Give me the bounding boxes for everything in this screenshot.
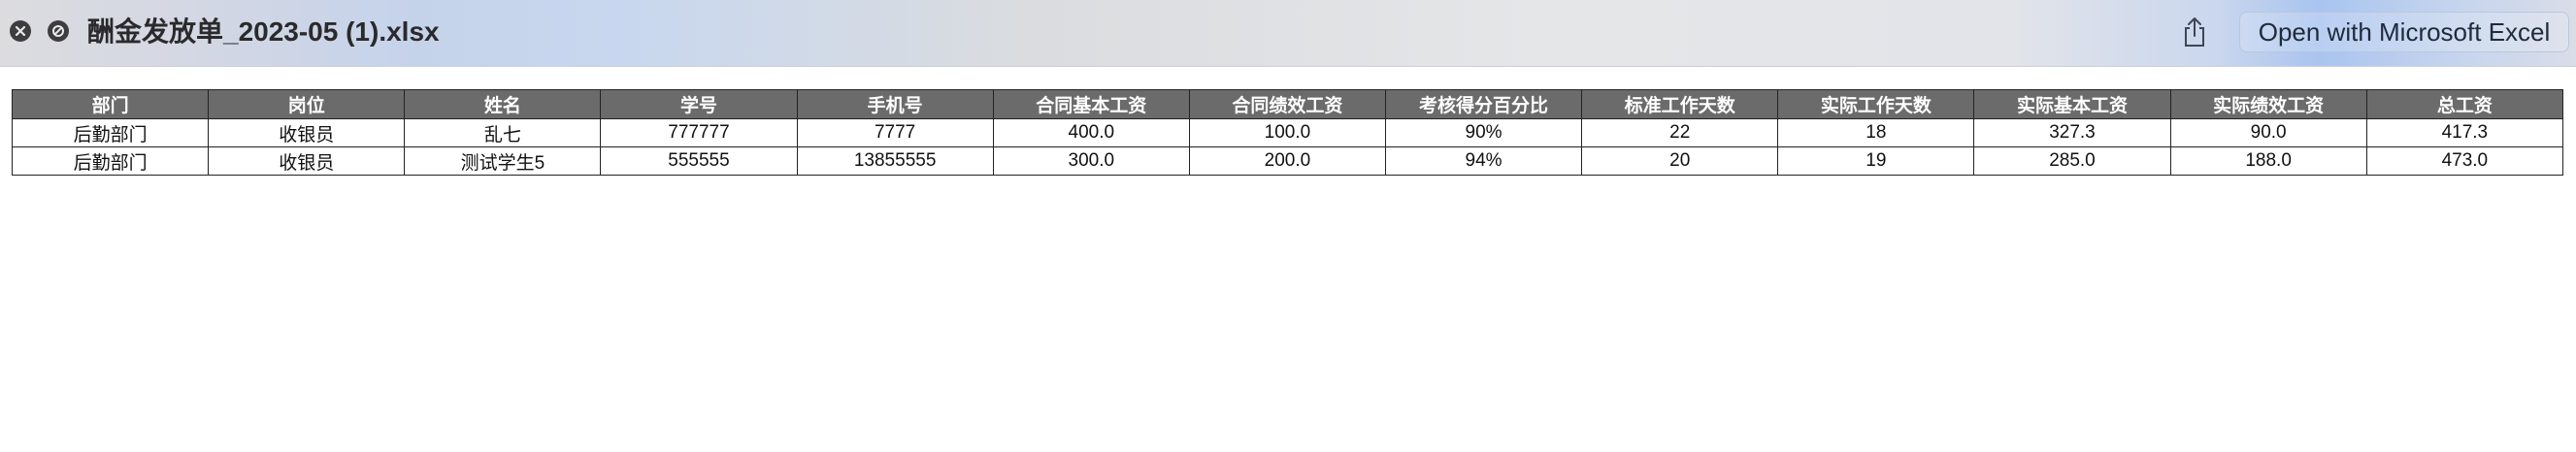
column-header: 总工资 bbox=[2365, 89, 2564, 119]
close-icon[interactable] bbox=[10, 20, 31, 42]
share-button[interactable] bbox=[2177, 14, 2212, 50]
table-cell: 100.0 bbox=[1188, 118, 1386, 147]
table-cell: 后勤部门 bbox=[11, 146, 210, 176]
column-header: 学号 bbox=[600, 89, 798, 119]
preview-content: 部门 岗位 姓名 学号 手机号 合同基本工资 合同绩效工资 考核得分百分比 标准… bbox=[0, 66, 2576, 452]
column-header: 手机号 bbox=[796, 89, 994, 119]
title-bar: 酬金发放单_2023-05 (1).xlsx Open with Microso… bbox=[0, 0, 2576, 66]
table-cell: 收银员 bbox=[208, 118, 406, 147]
table-cell: 19 bbox=[1777, 146, 1975, 176]
table-cell: 18 bbox=[1777, 118, 1975, 147]
open-with-excel-button[interactable]: Open with Microsoft Excel bbox=[2239, 12, 2569, 52]
column-header: 部门 bbox=[11, 89, 210, 119]
table-cell: 555555 bbox=[600, 146, 798, 176]
table-cell: 188.0 bbox=[2169, 146, 2367, 176]
column-header: 姓名 bbox=[404, 89, 602, 119]
table-cell: 473.0 bbox=[2365, 146, 2564, 176]
quicklook-window: 酬金发放单_2023-05 (1).xlsx Open with Microso… bbox=[0, 0, 2576, 452]
table-cell: 90% bbox=[1384, 118, 1583, 147]
column-header: 实际绩效工资 bbox=[2169, 89, 2367, 119]
table-cell: 300.0 bbox=[992, 146, 1190, 176]
table-cell: 200.0 bbox=[1188, 146, 1386, 176]
table-cell: 94% bbox=[1384, 146, 1583, 176]
table-cell: 417.3 bbox=[2365, 118, 2564, 147]
column-header: 考核得分百分比 bbox=[1384, 89, 1583, 119]
block-icon[interactable] bbox=[48, 20, 69, 42]
table-cell: 后勤部门 bbox=[11, 118, 210, 147]
window-title: 酬金发放单_2023-05 (1).xlsx bbox=[87, 16, 440, 47]
table-row: 后勤部门 收银员 乱七 777777 7777 400.0 100.0 90% … bbox=[11, 118, 2564, 147]
column-header: 合同绩效工资 bbox=[1188, 89, 1386, 119]
table-cell: 乱七 bbox=[404, 118, 602, 147]
table-cell: 收银员 bbox=[208, 146, 406, 176]
table-cell: 7777 bbox=[796, 118, 994, 147]
table-cell: 400.0 bbox=[992, 118, 1190, 147]
table-cell: 22 bbox=[1581, 118, 1779, 147]
header-row: 部门 岗位 姓名 学号 手机号 合同基本工资 合同绩效工资 考核得分百分比 标准… bbox=[11, 89, 2564, 119]
table-cell: 327.3 bbox=[1973, 118, 2171, 147]
table-cell: 20 bbox=[1581, 146, 1779, 176]
table-cell: 777777 bbox=[600, 118, 798, 147]
table-cell: 13855555 bbox=[796, 146, 994, 176]
column-header: 岗位 bbox=[208, 89, 406, 119]
table-cell: 90.0 bbox=[2169, 118, 2367, 147]
share-icon bbox=[2185, 17, 2204, 47]
column-header: 合同基本工资 bbox=[992, 89, 1190, 119]
column-header: 标准工作天数 bbox=[1581, 89, 1779, 119]
table-cell: 285.0 bbox=[1973, 146, 2171, 176]
table-cell: 测试学生5 bbox=[404, 146, 602, 176]
table-row: 后勤部门 收银员 测试学生5 555555 13855555 300.0 200… bbox=[11, 146, 2564, 176]
column-header: 实际工作天数 bbox=[1777, 89, 1975, 119]
spreadsheet-table: 部门 岗位 姓名 学号 手机号 合同基本工资 合同绩效工资 考核得分百分比 标准… bbox=[11, 89, 2564, 176]
column-header: 实际基本工资 bbox=[1973, 89, 2171, 119]
